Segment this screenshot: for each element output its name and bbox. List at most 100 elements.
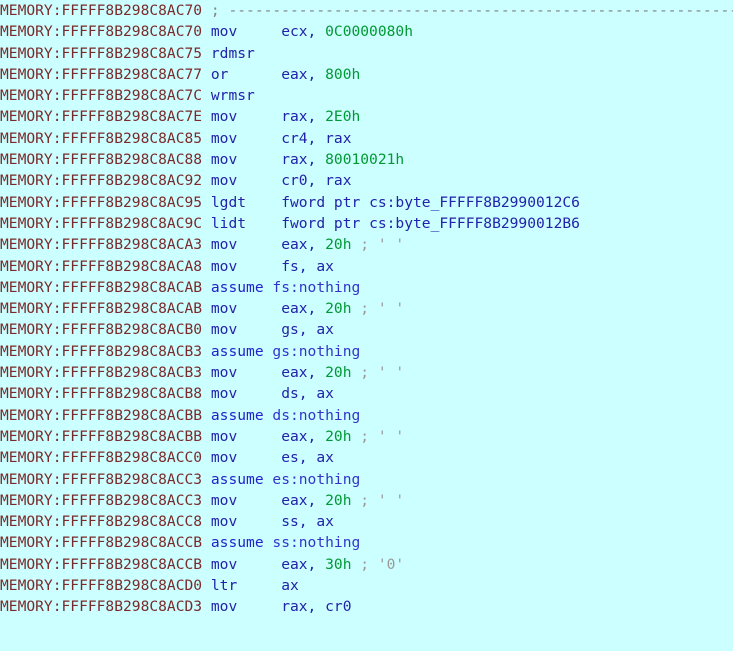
disassembly-line[interactable]: MEMORY:FFFFF8B298C8ACBB assume ds:nothin… [0, 405, 733, 426]
line-operand-register: gs, ax [281, 321, 334, 339]
disassembly-line[interactable]: MEMORY:FFFFF8B298C8AC9C lidt fword ptr c… [0, 213, 733, 234]
line-operand-number: 2E0h [325, 108, 361, 126]
line-comment: ; '0' [360, 555, 405, 573]
line-mnemonic: lgdt [210, 193, 247, 211]
line-address: MEMORY:FFFFF8B298C8ACCB [0, 555, 203, 573]
line-address: MEMORY:FFFFF8B298C8ACB0 [0, 321, 203, 339]
line-address: MEMORY:FFFFF8B298C8AC75 [0, 44, 203, 62]
disassembly-line[interactable]: MEMORY:FFFFF8B298C8ACA8 mov fs, ax [0, 256, 733, 277]
disassembly-line[interactable]: MEMORY:FFFFF8B298C8AC88 mov rax, 8001002… [0, 149, 733, 170]
line-operand-number: 80010021h [325, 151, 405, 169]
assume-argument: gs:nothing [272, 342, 361, 360]
disassembly-listing[interactable]: MEMORY:FFFFF8B298C8AC70 ; --------------… [0, 0, 733, 651]
line-mnemonic: mov [210, 321, 238, 339]
disassembly-line[interactable]: MEMORY:FFFFF8B298C8ACAB assume fs:nothin… [0, 277, 733, 298]
assume-argument: es:nothing [272, 470, 361, 488]
line-operand-register: rax, [281, 108, 326, 126]
assume-keyword: assume [210, 470, 264, 488]
line-mnemonic: mov [210, 23, 238, 41]
line-operand-number: 20h [325, 300, 352, 318]
line-address: MEMORY:FFFFF8B298C8ACD3 [0, 598, 203, 616]
line-mnemonic: mov [210, 172, 238, 190]
disassembly-line[interactable]: MEMORY:FFFFF8B298C8ACCB assume ss:nothin… [0, 532, 733, 553]
disassembly-line[interactable]: MEMORY:FFFFF8B298C8AC7C wrmsr [0, 85, 733, 106]
line-mnemonic: mov [210, 598, 238, 616]
line-address: MEMORY:FFFFF8B298C8AC70 [0, 23, 203, 41]
disassembly-line[interactable]: MEMORY:FFFFF8B298C8ACB3 mov eax, 20h ; '… [0, 362, 733, 383]
line-mnemonic: mov [210, 236, 238, 254]
disassembly-line[interactable]: MEMORY:FFFFF8B298C8ACC3 mov eax, 20h ; '… [0, 490, 733, 511]
disassembly-line[interactable]: MEMORY:FFFFF8B298C8AC95 lgdt fword ptr c… [0, 192, 733, 213]
line-address: MEMORY:FFFFF8B298C8AC92 [0, 172, 203, 190]
line-operand-number: 20h [325, 236, 352, 254]
line-mnemonic: mov [210, 427, 238, 445]
line-operand-register: cr0, rax [281, 172, 352, 190]
line-operand-register: rax, cr0 [281, 598, 352, 616]
line-operand-number: 30h [325, 555, 352, 573]
line-operand-register: ecx, [281, 23, 326, 41]
line-operand-register: fword ptr cs:byte_FFFFF8B2990012B6 [281, 214, 580, 232]
line-address: MEMORY:FFFFF8B298C8AC7C [0, 87, 203, 105]
line-address: MEMORY:FFFFF8B298C8ACC3 [0, 470, 203, 488]
disassembly-line[interactable]: MEMORY:FFFFF8B298C8AC77 or eax, 800h [0, 64, 733, 85]
line-address: MEMORY:FFFFF8B298C8AC95 [0, 193, 203, 211]
line-operand-register: ss, ax [281, 513, 334, 531]
line-comment: ; ' ' [360, 491, 405, 509]
disassembly-line[interactable]: MEMORY:FFFFF8B298C8ACB3 assume gs:nothin… [0, 341, 733, 362]
line-operand-register: eax, [281, 65, 326, 83]
line-comment: ; ' ' [360, 427, 405, 445]
disassembly-line[interactable]: MEMORY:FFFFF8B298C8ACB0 mov gs, ax [0, 319, 733, 340]
disassembly-line[interactable]: MEMORY:FFFFF8B298C8ACAB mov eax, 20h ; '… [0, 298, 733, 319]
line-mnemonic: mov [210, 555, 238, 573]
disassembly-line[interactable]: MEMORY:FFFFF8B298C8AC85 mov cr4, rax [0, 128, 733, 149]
line-mnemonic: mov [210, 449, 238, 467]
line-mnemonic: mov [210, 385, 238, 403]
line-mnemonic: or [210, 65, 229, 83]
line-operand-register: cr4, rax [281, 129, 352, 147]
line-operand-number: 0C0000080h [325, 23, 413, 41]
line-operand-number: 20h [325, 364, 352, 382]
line-address: MEMORY:FFFFF8B298C8ACD0 [0, 577, 203, 595]
line-operand-register: ds, ax [281, 385, 334, 403]
line-address: MEMORY:FFFFF8B298C8ACC3 [0, 491, 203, 509]
line-operand-register: eax, [281, 236, 326, 254]
line-address: MEMORY:FFFFF8B298C8ACBB [0, 427, 203, 445]
disassembly-line[interactable]: MEMORY:FFFFF8B298C8ACA3 mov eax, 20h ; '… [0, 234, 733, 255]
disassembly-line[interactable]: MEMORY:FFFFF8B298C8ACB8 mov ds, ax [0, 383, 733, 404]
line-mnemonic: mov [210, 129, 238, 147]
disassembly-line[interactable]: MEMORY:FFFFF8B298C8ACC0 mov es, ax [0, 447, 733, 468]
line-address: MEMORY:FFFFF8B298C8ACAB [0, 278, 203, 296]
assume-argument: ds:nothing [272, 406, 361, 424]
disassembly-line[interactable]: MEMORY:FFFFF8B298C8AC75 rdmsr [0, 43, 733, 64]
line-operand-register: eax, [281, 427, 326, 445]
line-mnemonic: mov [210, 257, 238, 275]
line-comment: ; ' ' [360, 236, 405, 254]
line-operand-register: eax, [281, 364, 326, 382]
assume-argument: ss:nothing [272, 534, 361, 552]
disassembly-line[interactable]: MEMORY:FFFFF8B298C8ACC3 assume es:nothin… [0, 469, 733, 490]
separator-comment: ; --------------------------------------… [210, 2, 733, 19]
disassembly-line[interactable]: MEMORY:FFFFF8B298C8ACD3 mov rax, cr0 [0, 596, 733, 617]
disassembly-line[interactable]: MEMORY:FFFFF8B298C8ACC8 mov ss, ax [0, 511, 733, 532]
disassembly-line[interactable]: MEMORY:FFFFF8B298C8AC92 mov cr0, rax [0, 170, 733, 191]
disassembly-line[interactable]: MEMORY:FFFFF8B298C8ACCB mov eax, 30h ; '… [0, 554, 733, 575]
assume-keyword: assume [210, 406, 264, 424]
disassembly-line[interactable]: MEMORY:FFFFF8B298C8AC70 ; --------------… [0, 0, 733, 21]
line-operand-register: eax, [281, 491, 326, 509]
line-mnemonic: mov [210, 513, 238, 531]
line-operand-register: rax, [281, 151, 326, 169]
line-mnemonic: mov [210, 151, 238, 169]
line-mnemonic: ltr [210, 577, 238, 595]
disassembly-line[interactable]: MEMORY:FFFFF8B298C8ACBB mov eax, 20h ; '… [0, 426, 733, 447]
line-address: MEMORY:FFFFF8B298C8ACA3 [0, 236, 203, 254]
line-mnemonic: rdmsr [210, 44, 255, 62]
disassembly-line[interactable]: MEMORY:FFFFF8B298C8AC7E mov rax, 2E0h [0, 106, 733, 127]
line-address: MEMORY:FFFFF8B298C8ACB3 [0, 364, 203, 382]
disassembly-line[interactable]: MEMORY:FFFFF8B298C8ACD0 ltr ax [0, 575, 733, 596]
line-mnemonic: mov [210, 108, 238, 126]
line-operand-register: eax, [281, 300, 326, 318]
line-operand-number: 800h [325, 65, 361, 83]
line-comment: ; ' ' [360, 364, 405, 382]
line-mnemonic: wrmsr [210, 87, 255, 105]
disassembly-line[interactable]: MEMORY:FFFFF8B298C8AC70 mov ecx, 0C00000… [0, 21, 733, 42]
